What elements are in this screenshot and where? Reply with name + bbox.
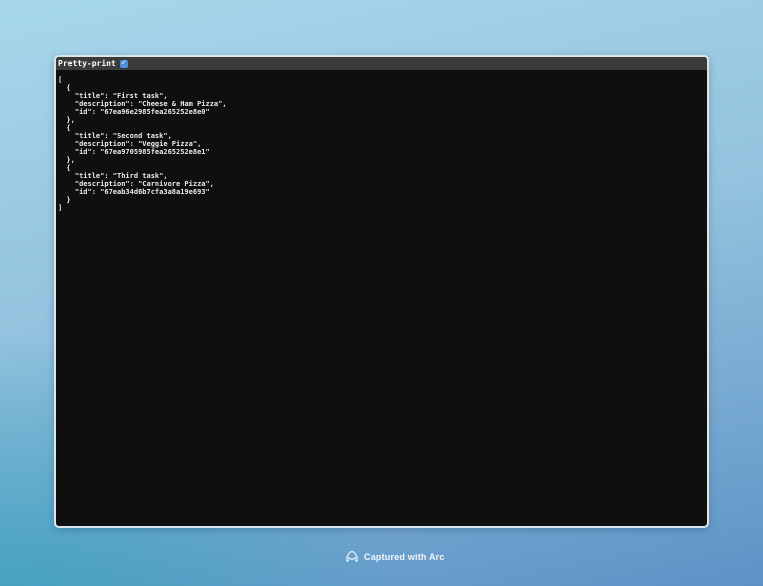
arc-logo-icon	[345, 550, 359, 563]
pretty-print-toolbar: Pretty-print ✓	[56, 57, 707, 70]
checkmark-icon: ✓	[121, 60, 127, 67]
captured-caption: Captured with Arc	[364, 552, 445, 562]
json-content: [ { "title": "First task", "description"…	[56, 70, 707, 214]
json-response-window: Pretty-print ✓ [ { "title": "First task"…	[54, 55, 709, 528]
captured-with-arc-badge: Captured with Arc	[345, 550, 445, 563]
pretty-print-label: Pretty-print	[58, 57, 116, 70]
pretty-print-checkbox[interactable]: ✓	[120, 60, 128, 68]
desktop-background: Pretty-print ✓ [ { "title": "First task"…	[0, 0, 763, 586]
